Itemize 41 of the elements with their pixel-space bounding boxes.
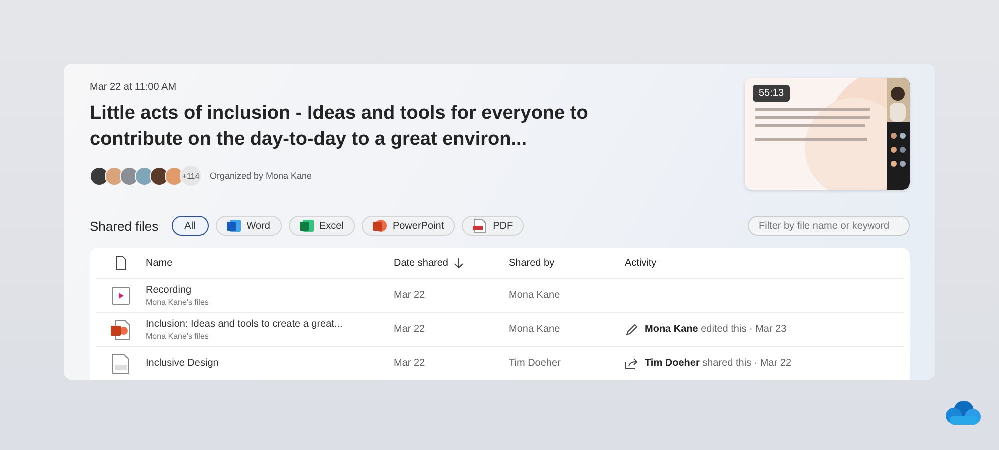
column-header[interactable]: Activity <box>625 258 904 268</box>
duration-badge: 55:13 <box>753 85 790 102</box>
activity-text: Mona Kane edited this · Mar 23 <box>645 324 787 335</box>
file-name[interactable]: Inclusion: Ideas and tools to create a great... <box>146 318 394 330</box>
cloud-icon[interactable] <box>944 400 982 426</box>
column-header[interactable]: Shared by <box>509 258 625 268</box>
meeting-title: Little acts of inclusion - Ideas and tools for everyone to contribute on the day-to-day to a great environ... <box>90 102 590 152</box>
table-cell-text: Mona Kane <box>509 290 562 301</box>
table-cell-text: Mar 22 <box>394 324 426 335</box>
filter-chip[interactable]: Word <box>216 216 282 236</box>
filter-chip[interactable]: PDF <box>462 216 524 236</box>
table-cell-text: Tim Doeher <box>509 358 562 369</box>
file-location: Mona Kane's files <box>146 298 210 306</box>
word-icon <box>226 219 241 233</box>
filter-chip[interactable]: PowerPoint <box>362 216 456 236</box>
video-file-icon <box>112 286 130 304</box>
table-cell-text: Mar 22 <box>394 358 426 369</box>
file-name[interactable]: Inclusive Design <box>146 358 394 369</box>
meeting-date: Mar 22 at 11:00 AM <box>90 82 178 93</box>
powerpoint-icon <box>372 219 387 233</box>
section-title: Shared files <box>90 218 159 234</box>
filter-chip[interactable]: Excel <box>288 216 355 236</box>
column-header[interactable]: Name <box>146 258 394 268</box>
powerpoint-file-icon <box>111 320 131 340</box>
file-name[interactable]: Recording <box>146 284 394 296</box>
file-icon <box>115 256 127 270</box>
pencil-icon <box>625 322 639 336</box>
organizer-text: Organized by Mona Kane <box>210 171 312 181</box>
share-icon <box>625 356 639 370</box>
search-field[interactable]: Filter by file name or keyword <box>748 216 910 236</box>
sort-arrow-icon[interactable] <box>454 257 464 269</box>
activity-text: Tim Doeher shared this · Mar 22 <box>645 358 792 369</box>
filter-chip[interactable]: All <box>172 216 209 236</box>
table-cell-text: Mar 22 <box>394 290 426 301</box>
table-cell-text: Mona Kane <box>509 324 562 335</box>
pdf-icon <box>473 219 488 233</box>
file-location: Mona Kane's files <box>146 332 210 340</box>
more-attendees-count[interactable]: +114 <box>180 165 202 187</box>
column-header[interactable]: Date shared <box>394 258 448 268</box>
excel-icon <box>300 219 314 233</box>
document-file-icon <box>112 354 130 374</box>
